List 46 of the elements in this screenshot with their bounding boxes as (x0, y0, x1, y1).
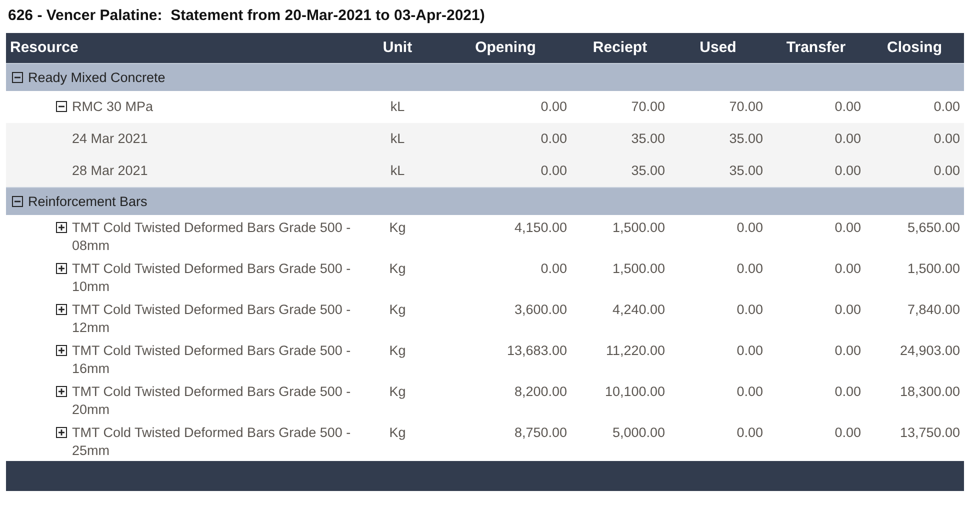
expand-icon[interactable] (56, 222, 67, 233)
expand-icon[interactable] (56, 304, 67, 315)
resource-name: TMT Cold Twisted Deformed Bars Grade 500 - 08mm (72, 219, 351, 255)
group-name: Reinforcement Bars (28, 192, 148, 210)
value-cell: 35.00 (669, 155, 767, 187)
value-cell: 0.00 (440, 123, 571, 155)
column-header: Closing (865, 33, 964, 63)
value-cell: 0.00 (440, 155, 571, 187)
value-cell: 0.00 (865, 91, 964, 123)
collapse-icon[interactable] (12, 196, 23, 206)
column-header: Reciept (571, 33, 669, 63)
value-cell: 0.00 (767, 155, 865, 187)
value-cell: 0.00 (440, 91, 571, 123)
collapse-icon[interactable] (56, 101, 67, 112)
value-cell: 70.00 (571, 91, 669, 123)
resource-name: 24 Mar 2021 (72, 130, 148, 148)
value-cell: 0.00 (865, 123, 964, 155)
column-header: Used (669, 33, 767, 63)
resource-name: TMT Cold Twisted Deformed Bars Grade 500 - 10mm (72, 260, 351, 296)
resource-name: TMT Cold Twisted Deformed Bars Grade 500 - 20mm (72, 383, 351, 419)
value-cell: 35.00 (571, 155, 669, 187)
resource-name: TMT Cold Twisted Deformed Bars Grade 500 - 25mm (72, 424, 351, 460)
value-cell: 35.00 (669, 123, 767, 155)
column-header: Resource (6, 33, 355, 63)
unit-cell: kL (355, 123, 440, 155)
expand-icon[interactable] (56, 386, 67, 397)
collapse-icon[interactable] (12, 72, 23, 82)
unit-cell: kL (355, 91, 440, 123)
column-header: Unit (355, 33, 440, 63)
resource-name: TMT Cold Twisted Deformed Bars Grade 500 - 12mm (72, 301, 351, 337)
column-header: Opening (440, 33, 571, 63)
group-name: Ready Mixed Concrete (28, 68, 166, 86)
value-cell: 0.00 (865, 155, 964, 187)
expand-icon[interactable] (56, 345, 67, 356)
expand-icon[interactable] (56, 263, 67, 274)
value-cell: 0.00 (767, 91, 865, 123)
report-title: 626 - Vencer Palatine: Statement from 20-Mar-2021 to 03-Apr-2021) (7, 6, 486, 26)
unit-cell: kL (355, 155, 440, 187)
resource-name: 28 Mar 2021 (72, 162, 148, 180)
resource-name: RMC 30 MPa (72, 98, 154, 116)
column-header: Transfer (767, 33, 865, 63)
resource-name: TMT Cold Twisted Deformed Bars Grade 500 - 16mm (72, 342, 351, 378)
value-cell: 35.00 (571, 123, 669, 155)
value-cell: 0.00 (767, 123, 865, 155)
expand-icon[interactable] (56, 427, 67, 438)
value-cell: 70.00 (669, 91, 767, 123)
